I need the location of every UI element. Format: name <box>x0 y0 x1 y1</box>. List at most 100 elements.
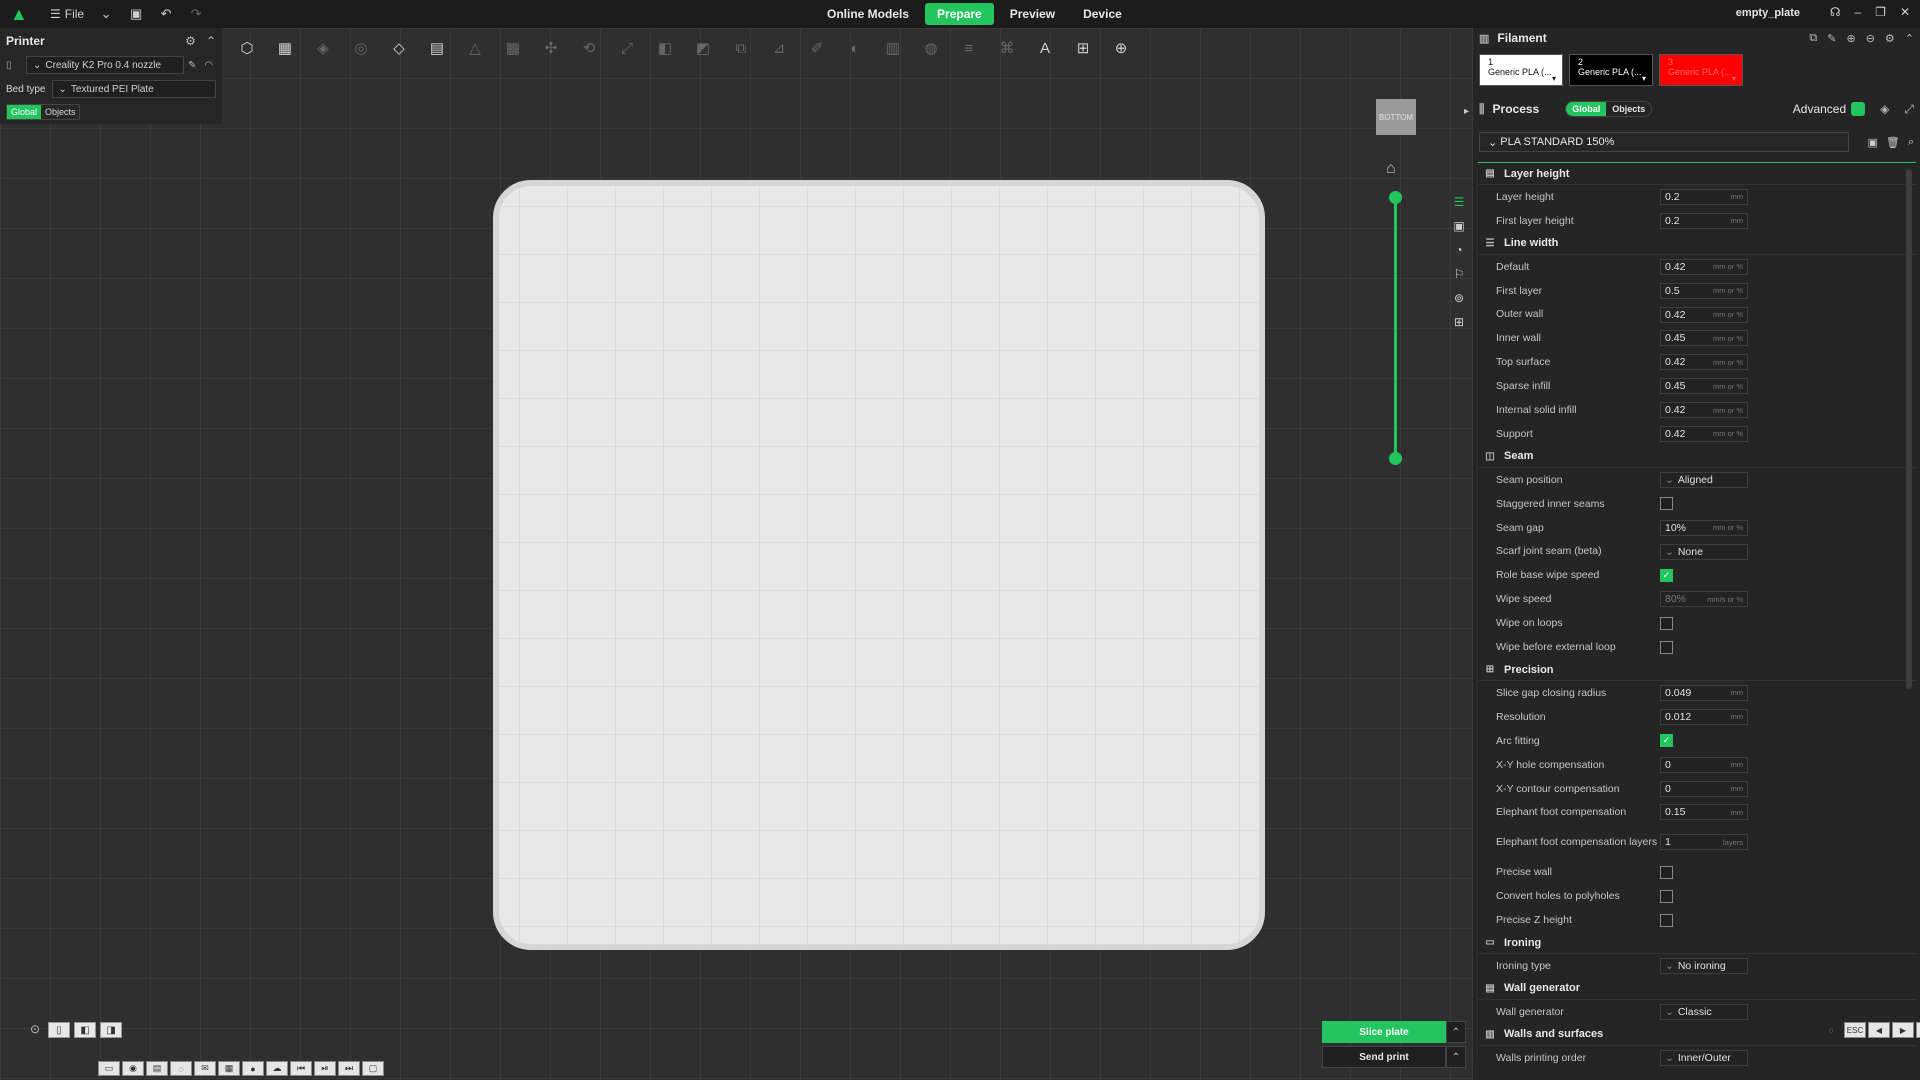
rotate-icon[interactable]: ⟲ <box>577 36 601 60</box>
measure-icon[interactable]: ⊿ <box>767 36 791 60</box>
edit-printer-icon[interactable]: ✎ <box>188 60 196 71</box>
cut-icon[interactable]: ◩ <box>691 36 715 60</box>
support-icon[interactable]: ⚐ <box>1450 266 1468 282</box>
process-menu-icon[interactable]: ⤢ <box>1904 102 1914 117</box>
svg-icon[interactable]: ⊞ <box>1071 36 1095 60</box>
minimize-icon[interactable]: – <box>1854 5 1861 19</box>
setting-input[interactable]: 0.2 mm <box>1660 212 1748 229</box>
bed-type-select[interactable]: ⌄ Textured PEI Plate <box>51 80 216 98</box>
view-mode-icon[interactable]: ⊙ <box>30 1022 40 1038</box>
objects-list-icon[interactable]: ☰ <box>1450 194 1468 210</box>
add-plate-icon[interactable]: ▦ <box>273 36 297 60</box>
filament-slot-dropdown-icon[interactable]: ▾ <box>1642 74 1646 83</box>
tab-prepare[interactable]: Prepare <box>925 3 994 25</box>
mode-global[interactable]: Global <box>7 105 42 119</box>
close-icon[interactable]: ✕ <box>1900 5 1910 19</box>
setting-input[interactable]: 0.049 mm <box>1660 684 1748 701</box>
setting-input[interactable]: 0 mm <box>1660 780 1748 797</box>
filament-slot-dropdown-icon[interactable]: ▾ <box>1732 74 1736 83</box>
filament-settings-icon[interactable]: ⚙ <box>1885 32 1895 45</box>
printer-settings-icon[interactable]: ⚙ <box>185 34 196 48</box>
nav-next-icon[interactable]: ▶ <box>1892 1022 1914 1038</box>
sheet-icon[interactable]: ▦ <box>218 1061 240 1076</box>
process-mode-objects[interactable]: Objects <box>1606 102 1651 116</box>
compare-icon[interactable]: ◈ <box>1880 102 1889 116</box>
scale-icon[interactable]: ⤢ <box>615 36 639 60</box>
lock-icon[interactable]: ▢ <box>362 1061 384 1076</box>
setting-input[interactable]: 0.42 mm or % <box>1660 402 1748 419</box>
nav-more-icon[interactable]: ⤳ <box>1916 1022 1920 1038</box>
move-icon[interactable]: ✣ <box>539 36 563 60</box>
filament-slot-dropdown-icon[interactable]: ▾ <box>1552 74 1556 83</box>
send-options-icon[interactable]: ⌃ <box>1446 1046 1466 1068</box>
process-mode-toggle[interactable]: Global Objects <box>1565 101 1653 117</box>
setting-dropdown[interactable]: ⌄ Inner/Outer <box>1660 1049 1748 1066</box>
build-plate[interactable] <box>493 180 1265 950</box>
split-icon[interactable]: △ <box>463 36 487 60</box>
setting-input[interactable]: 0.42 mm or % <box>1660 425 1748 442</box>
wifi-icon[interactable]: ◠ <box>204 60 213 71</box>
file-menu-button[interactable]: ☰ File <box>50 7 84 21</box>
section-layer-height[interactable]: ▤ Layer height <box>1478 163 1916 185</box>
printer-mode-toggle[interactable]: Global Objects <box>6 104 80 120</box>
setting-input[interactable]: 0.45 mm or % <box>1660 378 1748 395</box>
support-paint-icon[interactable]: ✐ <box>805 36 829 60</box>
plate-list-icon[interactable]: ▣ <box>1450 218 1468 234</box>
tab-online-models[interactable]: Online Models <box>815 3 921 25</box>
setting-input[interactable]: 0.2 mm <box>1660 188 1748 205</box>
browser-icon[interactable]: ◉ <box>122 1061 144 1076</box>
save-icon[interactable]: ▣ <box>128 6 144 22</box>
lay-flat-icon[interactable]: ◧ <box>653 36 677 60</box>
setting-input[interactable]: 0.42 mm or % <box>1660 354 1748 371</box>
cloud-icon[interactable]: ☁ <box>266 1061 288 1076</box>
tab-preview[interactable]: Preview <box>998 3 1067 25</box>
setting-input[interactable]: 0.5 mm or % <box>1660 282 1748 299</box>
view-left-icon[interactable]: ◧ <box>74 1022 97 1038</box>
section-wall-generator[interactable]: ▤ Wall generator <box>1478 978 1916 1000</box>
setting-input[interactable]: 1 layers <box>1660 834 1748 851</box>
setting-dropdown[interactable]: ⌄ None <box>1660 543 1748 560</box>
nav-prev-icon[interactable]: ◀ <box>1868 1022 1890 1038</box>
disk-icon[interactable]: ◌ <box>170 1061 192 1076</box>
auto-arrange-icon[interactable]: ◇ <box>387 36 411 60</box>
section-precision[interactable]: ⊞ Precision <box>1478 659 1916 682</box>
section-seam[interactable]: ◫ Seam <box>1478 446 1916 468</box>
setting-input[interactable]: 0.15 mm <box>1660 804 1748 821</box>
add-object-icon[interactable]: ⬡ <box>235 36 259 60</box>
process-preset-select[interactable]: ⌄ PLA STANDARD 150% <box>1479 132 1850 152</box>
play-pause-icon[interactable]: ⏯ <box>314 1061 336 1076</box>
filament-collapse-icon[interactable]: ⌃ <box>1905 32 1914 45</box>
advanced-toggle[interactable] <box>1851 102 1866 116</box>
setting-input[interactable]: 0 mm <box>1660 756 1748 773</box>
notes-icon[interactable]: ▤ <box>146 1061 168 1076</box>
settings-scrollbar[interactable] <box>1906 169 1912 689</box>
setting-checkbox[interactable] <box>1660 889 1673 903</box>
folder-icon[interactable]: ▭ <box>98 1061 120 1076</box>
orient-icon[interactable]: ◈ <box>311 36 335 60</box>
help-icon[interactable]: ☊ <box>1830 5 1841 19</box>
section-ironing[interactable]: ▭ Ironing <box>1478 932 1916 955</box>
printer-select[interactable]: ⌄ Creality K2 Pro 0.4 nozzle <box>26 56 184 74</box>
search-icon[interactable]: ⌕ <box>1908 136 1914 149</box>
record-icon[interactable]: ● <box>242 1061 264 1076</box>
tab-device[interactable]: Device <box>1071 3 1134 25</box>
section-line-width[interactable]: ☰ Line width <box>1478 233 1916 255</box>
nav-circle-icon[interactable]: ◌ <box>1820 1022 1842 1038</box>
setting-checkbox[interactable] <box>1660 913 1673 927</box>
layer-slider-top-handle[interactable] <box>1389 191 1402 204</box>
rewind-icon[interactable]: ⏮ <box>290 1061 312 1076</box>
setting-checkbox[interactable] <box>1660 497 1673 511</box>
layout-icon[interactable]: ▤ <box>425 36 449 60</box>
seam-paint-icon[interactable]: ◐ <box>843 36 867 60</box>
filament-slot-1[interactable]: 1 Generic PLA (... ▾ <box>1479 54 1563 86</box>
slice-options-icon[interactable]: ⌃ <box>1446 1021 1466 1043</box>
setting-input[interactable]: 80% mm/s or % <box>1660 591 1748 608</box>
redo-icon[interactable]: ↷ <box>188 6 204 22</box>
send-print-button[interactable]: Send print <box>1322 1046 1446 1068</box>
filament-slot-3[interactable]: 3 Generic PLA (... ▾ <box>1659 54 1743 86</box>
filament-add-icon[interactable]: ⊕ <box>1846 32 1855 45</box>
filament-slot-2[interactable]: 2 Generic PLA (... ▾ <box>1569 54 1653 86</box>
setting-checkbox[interactable]: ✓ <box>1660 734 1673 748</box>
mesh-boolean-icon[interactable]: ⧉ <box>729 36 753 60</box>
color-paint-icon[interactable]: ◍ <box>919 36 943 60</box>
